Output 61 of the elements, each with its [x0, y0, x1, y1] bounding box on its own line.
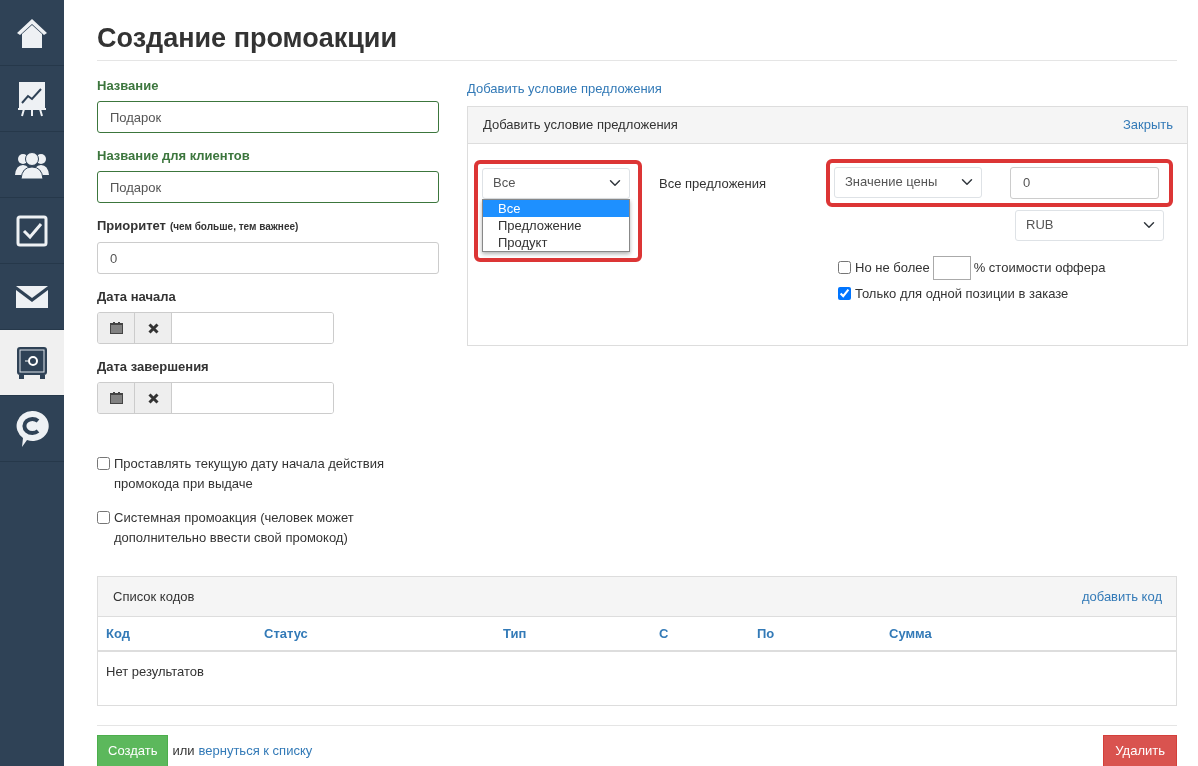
page-title: Создание промоакции [97, 22, 398, 55]
sidebar-item[interactable] [0, 330, 64, 396]
column-header[interactable]: Сумма [889, 623, 989, 644]
panel-title: Добавить условие предложения [483, 115, 678, 134]
empty-text: Нет результатов [106, 664, 204, 679]
or-text: или [172, 742, 195, 761]
checkbox-label: Проставлять текущую дату начала действия промокода при выдаче [114, 455, 386, 493]
checkbox[interactable] [838, 286, 851, 300]
checkbox[interactable] [97, 457, 110, 470]
scope-select[interactable]: Все [482, 167, 630, 199]
date-field[interactable] [97, 312, 334, 344]
people-icon [15, 150, 49, 179]
chart-easel-icon [17, 80, 47, 117]
dropdown-option[interactable]: Предложение [483, 216, 629, 234]
add-code-link[interactable]: добавить код [1081, 586, 1162, 607]
date-field[interactable] [97, 382, 334, 414]
field-label: Дата завершения [97, 358, 210, 376]
field-label: Название [97, 77, 160, 95]
clear-button[interactable] [135, 313, 172, 343]
price-field[interactable]: 0 [1010, 166, 1159, 199]
column-header[interactable]: С [659, 623, 757, 644]
percent-field[interactable] [932, 255, 971, 280]
dropdown-option[interactable]: Все [483, 199, 629, 217]
text-field[interactable]: Подарок [97, 171, 439, 203]
checkbox[interactable] [838, 261, 851, 274]
checkbox-label: Системная промоакция (человек может дополнительно ввести свой промокод) [114, 509, 355, 547]
field-hint: (чем больше, тем важнее) [169, 221, 299, 232]
column-header[interactable]: Код [106, 623, 264, 644]
delete-button[interactable]: Удалить [1103, 734, 1177, 766]
safe-icon [16, 345, 48, 380]
field-label: Приоритет [97, 218, 166, 233]
calendar-icon [109, 392, 123, 404]
back-link[interactable]: вернуться к списку [198, 741, 313, 761]
close-link[interactable]: Закрыть [1122, 114, 1173, 135]
checkbox-label: Только для одной позиции в заказе [855, 284, 1069, 303]
panel-title: Список кодов [113, 587, 195, 606]
clear-button[interactable] [135, 383, 172, 413]
column-header[interactable]: Тип [503, 623, 659, 644]
text-field[interactable]: Подарок [97, 101, 439, 133]
currency-select[interactable]: RUB [1015, 209, 1164, 241]
envelope-icon [16, 285, 48, 308]
calendar-button[interactable] [98, 383, 135, 413]
close-icon [147, 392, 159, 404]
checkbox[interactable] [97, 511, 110, 524]
text-field[interactable]: 0 [97, 242, 439, 274]
scope-text: Все предложения [659, 174, 768, 193]
add-condition-link[interactable]: Добавить условие предложения [467, 81, 662, 96]
close-icon [147, 322, 159, 334]
field-label: Название для клиентов [97, 147, 251, 165]
create-button[interactable]: Создать [97, 734, 169, 766]
checkbox-label: Но не более [855, 258, 930, 277]
dropdown-option[interactable]: Продукт [483, 233, 629, 251]
chat-bubble-icon [15, 409, 49, 448]
checkbox-label: % стоимости оффера [973, 258, 1106, 277]
calendar-button[interactable] [98, 313, 135, 343]
checkbox-icon [16, 214, 48, 247]
price-type-select[interactable]: Значение цены [834, 166, 982, 198]
calendar-icon [109, 322, 123, 334]
column-header[interactable]: Статус [264, 623, 503, 644]
column-header[interactable]: По [757, 623, 889, 644]
field-label: Дата начала [97, 288, 177, 306]
